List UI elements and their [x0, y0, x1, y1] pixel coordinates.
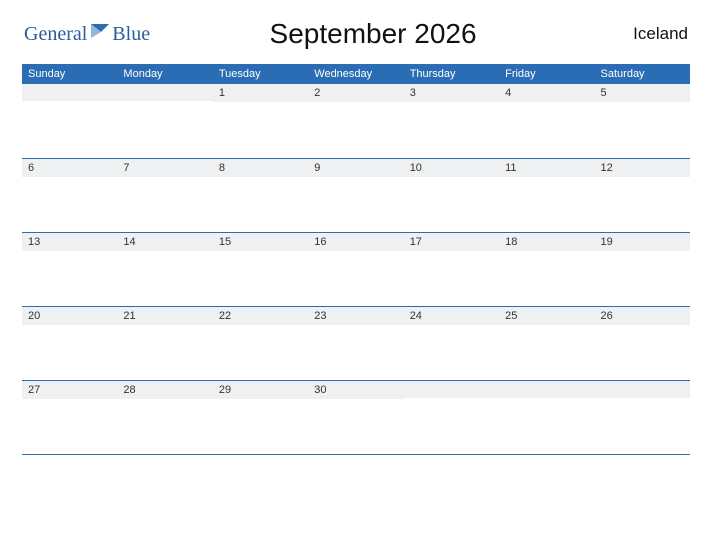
day-number: 30: [308, 381, 403, 399]
day-cell: 16: [308, 232, 403, 306]
calendar-body: 1 2 3 4 5 6 7 8 9 10 11 12 13 14 15 16 1…: [22, 84, 690, 454]
day-number: 24: [404, 307, 499, 325]
day-number: 27: [22, 381, 117, 399]
day-header-sun: Sunday: [22, 64, 117, 84]
day-number: [117, 84, 212, 101]
day-cell: 5: [595, 84, 690, 158]
day-cell: 15: [213, 232, 308, 306]
day-number: 29: [213, 381, 308, 399]
day-cell: 14: [117, 232, 212, 306]
day-number: 25: [499, 307, 594, 325]
day-number: 19: [595, 233, 690, 251]
brand-word-general: General: [24, 23, 87, 46]
day-number: 9: [308, 159, 403, 177]
day-cell: 22: [213, 306, 308, 380]
day-header-thu: Thursday: [404, 64, 499, 84]
day-cell: 19: [595, 232, 690, 306]
day-cell: 30: [308, 380, 403, 454]
day-cell: 23: [308, 306, 403, 380]
day-header-row: Sunday Monday Tuesday Wednesday Thursday…: [22, 64, 690, 84]
day-number: 2: [308, 84, 403, 102]
day-cell: 3: [404, 84, 499, 158]
day-number: 18: [499, 233, 594, 251]
day-number: 8: [213, 159, 308, 177]
day-cell: 29: [213, 380, 308, 454]
day-cell: 11: [499, 158, 594, 232]
day-number: 1: [213, 84, 308, 102]
day-cell: 10: [404, 158, 499, 232]
day-number: 11: [499, 159, 594, 177]
day-cell: 27: [22, 380, 117, 454]
day-number: 22: [213, 307, 308, 325]
day-number: [22, 84, 117, 101]
week-row: 27 28 29 30: [22, 380, 690, 454]
day-cell: 4: [499, 84, 594, 158]
day-cell: 28: [117, 380, 212, 454]
day-header-wed: Wednesday: [308, 64, 403, 84]
day-header-mon: Monday: [117, 64, 212, 84]
day-number: [595, 381, 690, 398]
header: General Blue September 2026 Iceland: [22, 18, 690, 50]
day-header-fri: Friday: [499, 64, 594, 84]
week-row: 20 21 22 23 24 25 26: [22, 306, 690, 380]
day-number: [404, 381, 499, 398]
region-label: Iceland: [596, 24, 688, 44]
day-number: 3: [404, 84, 499, 102]
day-number: 20: [22, 307, 117, 325]
day-number: 17: [404, 233, 499, 251]
day-cell: [595, 380, 690, 454]
day-number: 28: [117, 381, 212, 399]
day-number: 6: [22, 159, 117, 177]
day-number: 4: [499, 84, 594, 102]
day-number: [499, 381, 594, 398]
day-number: 26: [595, 307, 690, 325]
week-row: 13 14 15 16 17 18 19: [22, 232, 690, 306]
calendar-grid: Sunday Monday Tuesday Wednesday Thursday…: [22, 64, 690, 455]
day-cell: [499, 380, 594, 454]
day-number: 15: [213, 233, 308, 251]
day-cell: 17: [404, 232, 499, 306]
day-number: 16: [308, 233, 403, 251]
day-cell: 18: [499, 232, 594, 306]
day-cell: [117, 84, 212, 158]
pennant-icon: [91, 24, 109, 38]
brand-word-blue: Blue: [112, 23, 150, 46]
day-number: 21: [117, 307, 212, 325]
day-cell: 12: [595, 158, 690, 232]
day-cell: 6: [22, 158, 117, 232]
day-cell: 2: [308, 84, 403, 158]
day-cell: [404, 380, 499, 454]
day-header-sat: Saturday: [595, 64, 690, 84]
day-cell: 26: [595, 306, 690, 380]
day-number: 14: [117, 233, 212, 251]
page-title: September 2026: [150, 18, 596, 50]
day-cell: 7: [117, 158, 212, 232]
day-cell: 8: [213, 158, 308, 232]
day-header-tue: Tuesday: [213, 64, 308, 84]
day-number: 23: [308, 307, 403, 325]
brand-logo: General Blue: [24, 23, 150, 46]
day-number: 13: [22, 233, 117, 251]
day-cell: 20: [22, 306, 117, 380]
day-number: 5: [595, 84, 690, 102]
day-number: 12: [595, 159, 690, 177]
day-number: 7: [117, 159, 212, 177]
day-cell: 9: [308, 158, 403, 232]
day-cell: 13: [22, 232, 117, 306]
day-cell: 21: [117, 306, 212, 380]
week-row: 1 2 3 4 5: [22, 84, 690, 158]
week-row: 6 7 8 9 10 11 12: [22, 158, 690, 232]
day-cell: [22, 84, 117, 158]
day-cell: 25: [499, 306, 594, 380]
day-number: 10: [404, 159, 499, 177]
day-cell: 24: [404, 306, 499, 380]
day-cell: 1: [213, 84, 308, 158]
